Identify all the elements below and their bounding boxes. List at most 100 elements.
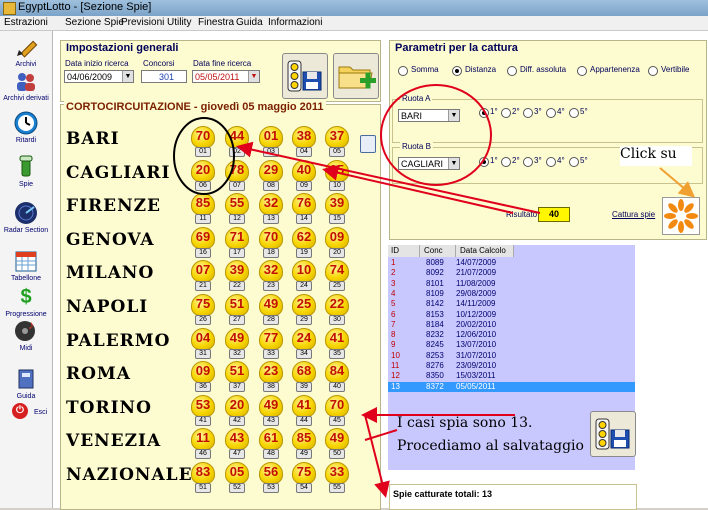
save-button[interactable] (282, 53, 328, 99)
menu-sezione-spie[interactable]: Sezione Spie (65, 16, 124, 29)
number-bulb[interactable]: 11 46 (191, 428, 215, 460)
number-bulb[interactable]: 37 05 (325, 126, 349, 158)
number-bulb[interactable]: 41 44 (292, 394, 316, 427)
number-bulb[interactable]: 70 45 (325, 394, 349, 427)
number-bulb[interactable]: 05 52 (225, 462, 249, 494)
number-bulb[interactable]: 04 31 (191, 327, 215, 360)
position-radio[interactable] (501, 157, 511, 167)
number-bulb[interactable]: 75 26 (191, 294, 215, 326)
sidebar-item-midi[interactable]: ♪ Midi (0, 319, 52, 353)
number-bulb[interactable]: 20 42 (225, 394, 249, 427)
number-bulb[interactable]: 39 15 (325, 193, 349, 225)
chevron-down-icon[interactable]: ▼ (248, 71, 259, 82)
mode-radio[interactable] (452, 66, 462, 76)
table-row[interactable]: 5 8142 14/11/2009 (388, 299, 635, 309)
menu-informazioni[interactable]: Informazioni (268, 16, 322, 29)
table-header-conc[interactable]: Conc (420, 245, 456, 257)
number-bulb[interactable]: 24 34 (292, 327, 316, 360)
table-header-data[interactable]: Data Calcolo (456, 245, 514, 257)
number-bulb[interactable]: 44 02 (225, 126, 249, 158)
mode-radio[interactable] (648, 66, 658, 76)
mode-radio[interactable] (398, 66, 408, 76)
number-bulb[interactable]: 01 03 (259, 126, 283, 158)
number-bulb[interactable]: 49 50 (325, 428, 349, 460)
number-bulb[interactable]: 51 37 (225, 361, 249, 393)
number-bulb[interactable]: 55 12 (225, 193, 249, 225)
number-bulb[interactable]: 70 01 (191, 126, 215, 158)
number-bulb[interactable]: 62 19 (292, 226, 316, 259)
number-bulb[interactable]: 40 09 (292, 159, 316, 192)
number-bulb[interactable]: 29 08 (259, 159, 283, 192)
table-row[interactable]: 1 8089 14/07/2009 (388, 258, 635, 268)
position-radio[interactable] (569, 157, 579, 167)
table-row[interactable]: 6 8153 10/12/2009 (388, 310, 635, 320)
number-bulb[interactable]: 41 35 (325, 327, 349, 360)
table-row[interactable]: 10 8253 31/07/2010 (388, 351, 635, 361)
mode-radio[interactable] (507, 66, 517, 76)
sidebar-item-radar[interactable]: Radar Section (0, 201, 52, 235)
number-bulb[interactable]: 10 24 (292, 260, 316, 292)
number-bulb[interactable]: 78 07 (225, 159, 249, 192)
table-row[interactable]: 13 8372 05/05/2011 (388, 381, 635, 392)
position-radio[interactable] (501, 108, 511, 118)
menu-utility[interactable]: Utility (167, 16, 191, 29)
chevron-down-icon[interactable]: ▼ (448, 110, 459, 121)
concorsi-field[interactable]: 301 (141, 70, 187, 83)
sidebar-item-archivi[interactable]: Archivi (0, 35, 52, 69)
table-row[interactable]: 8 8232 12/06/2010 (388, 330, 635, 340)
number-bulb[interactable]: 25 29 (292, 294, 316, 326)
number-bulb[interactable]: 49 32 (225, 327, 249, 360)
table-row[interactable]: 11 8276 23/09/2010 (388, 361, 635, 371)
sidebar-item-progressione[interactable]: $ Progressione (0, 285, 52, 319)
number-bulb[interactable]: 49 28 (259, 294, 283, 326)
ruota-b-select[interactable]: CAGLIARI ▼ (398, 157, 460, 170)
chevron-down-icon[interactable]: ▼ (448, 158, 459, 169)
sidebar-item-tabellone[interactable]: Tabellone (0, 249, 52, 283)
table-row[interactable]: 7 8184 20/02/2010 (388, 320, 635, 330)
number-bulb[interactable]: 56 53 (259, 462, 283, 494)
start-date-field[interactable]: 04/06/2009 ▼ (64, 70, 134, 83)
cattura-spie-button[interactable] (662, 197, 700, 235)
position-radio[interactable] (546, 157, 556, 167)
position-radio[interactable] (523, 157, 533, 167)
number-bulb[interactable]: 38 04 (292, 126, 316, 158)
number-bulb[interactable]: 22 30 (325, 294, 349, 326)
number-bulb[interactable]: 61 48 (259, 428, 283, 460)
position-radio[interactable] (479, 108, 489, 118)
number-bulb[interactable]: 09 20 (325, 226, 349, 259)
number-bulb[interactable]: 77 33 (259, 327, 283, 360)
save-button-annotation[interactable] (590, 411, 636, 457)
end-date-field[interactable]: 05/05/2011 ▼ (192, 70, 260, 83)
number-bulb[interactable]: 68 39 (292, 361, 316, 393)
number-bulb[interactable]: 49 43 (259, 394, 283, 427)
number-bulb[interactable]: 53 41 (191, 394, 215, 427)
number-bulb[interactable]: 71 17 (225, 226, 249, 259)
sidebar-item-ritardi[interactable]: Ritardi (0, 111, 52, 145)
number-bulb[interactable]: 32 13 (259, 193, 283, 225)
table-header-id[interactable]: ID (388, 245, 420, 257)
position-radio[interactable] (523, 108, 533, 118)
open-folder-button[interactable] (333, 53, 379, 99)
chevron-down-icon[interactable]: ▼ (122, 71, 133, 82)
position-radio[interactable] (479, 157, 489, 167)
menu-previsioni[interactable]: Previsioni (121, 16, 164, 29)
number-bulb[interactable]: 70 18 (259, 226, 283, 259)
sidebar-item-archivi-derivati[interactable]: Archivi derivati (0, 69, 52, 103)
number-bulb[interactable]: 23 38 (259, 361, 283, 393)
number-bulb[interactable]: 75 54 (292, 462, 316, 494)
sidebar-item-guida[interactable]: Guida (0, 367, 52, 401)
number-bulb[interactable]: 07 21 (191, 260, 215, 292)
number-bulb[interactable]: 84 40 (325, 361, 349, 393)
table-row[interactable]: 12 8350 15/03/2011 (388, 371, 635, 381)
number-bulb[interactable]: 20 06 (191, 159, 215, 192)
number-bulb[interactable]: 76 14 (292, 193, 316, 225)
number-bulb[interactable]: 32 23 (259, 260, 283, 292)
menu-guida[interactable]: Guida (236, 16, 263, 29)
position-radio[interactable] (569, 108, 579, 118)
number-bulb[interactable]: 05 10 (325, 159, 349, 192)
mode-radio[interactable] (577, 66, 587, 76)
number-bulb[interactable]: 39 22 (225, 260, 249, 292)
number-bulb[interactable]: 83 51 (191, 462, 215, 494)
number-bulb[interactable]: 85 11 (191, 193, 215, 225)
table-row[interactable]: 3 8101 11/08/2009 (388, 279, 635, 289)
